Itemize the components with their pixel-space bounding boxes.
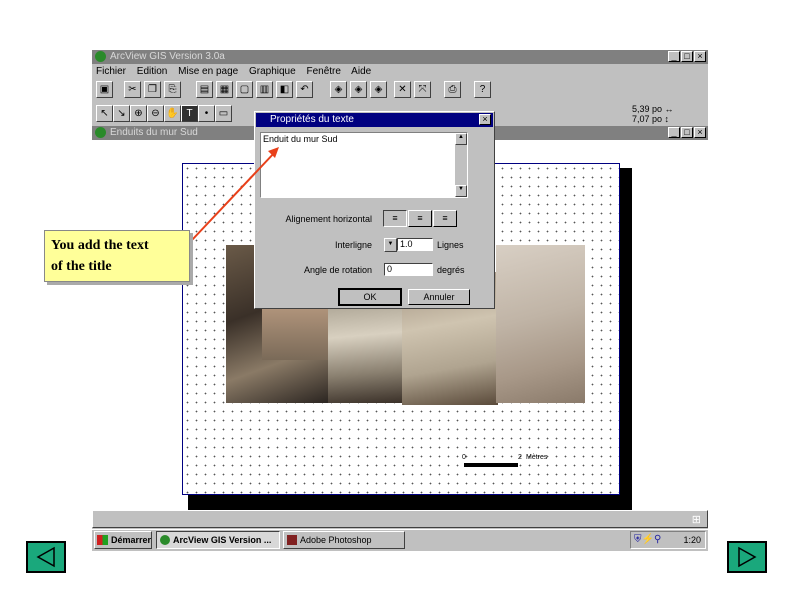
task-photoshop-label: Adobe Photoshop	[300, 535, 372, 545]
tray-icons[interactable]: ⛨⚡⚲	[634, 534, 661, 545]
callout-arrow	[191, 147, 279, 241]
start-label: Démarrer	[111, 535, 152, 545]
clock: 1:20	[683, 535, 701, 545]
next-slide-button[interactable]	[727, 541, 767, 573]
photoshop-task-icon	[287, 535, 297, 545]
task-arcview-label: ArcView GIS Version ...	[173, 535, 272, 545]
prev-slide-button[interactable]	[26, 541, 66, 573]
arcview-task-icon	[160, 535, 170, 545]
callout-line-2: of the title	[51, 259, 112, 274]
next-slide-icon	[738, 546, 757, 568]
start-button[interactable]: Démarrer	[94, 531, 152, 549]
task-photoshop[interactable]: Adobe Photoshop	[283, 531, 405, 549]
task-arcview[interactable]: ArcView GIS Version ...	[156, 531, 280, 549]
windows-logo-icon	[97, 535, 108, 545]
system-tray: ⛨⚡⚲ 1:20	[630, 531, 706, 549]
prev-slide-icon	[36, 546, 55, 568]
callout-box: You add the text of the title	[44, 230, 190, 282]
callout-line-1: You add the text	[51, 238, 149, 253]
